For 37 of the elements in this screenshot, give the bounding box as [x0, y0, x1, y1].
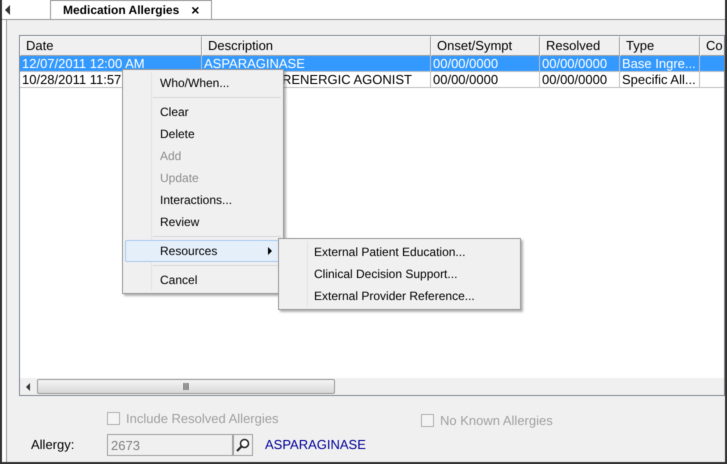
menu-item[interactable]: Review — [125, 211, 281, 233]
submenu-arrow-icon — [268, 247, 272, 255]
menu-item[interactable]: External Provider Reference... — [279, 285, 520, 307]
table-cell: 00/00/0000 — [542, 72, 608, 87]
column-header[interactable]: Resolved — [540, 36, 620, 56]
table-cell: 00/00/0000 — [433, 56, 498, 71]
column-header[interactable]: Date — [20, 36, 202, 56]
scroll-left-icon[interactable] — [26, 382, 30, 390]
table-cell: RENERGIC AGONIST — [282, 72, 412, 87]
scroll-left-icon[interactable] — [5, 5, 10, 15]
allergy-label: Allergy: — [31, 436, 76, 454]
table-cell: Specific All... — [622, 72, 696, 87]
menu-item[interactable]: Clear — [125, 101, 281, 123]
column-header[interactable]: Type — [620, 36, 700, 56]
table-cell: 12/07/2011 12:00 AM — [22, 56, 145, 71]
table-cell: 10/28/2011 11:57 — [22, 72, 122, 87]
tab[interactable]: Medication Allergies × — [50, 0, 212, 19]
menu-item[interactable]: External Patient Education... — [279, 241, 520, 263]
horizontal-scrollbar[interactable] — [20, 378, 724, 395]
column-header[interactable]: Description — [202, 36, 431, 56]
search-icon — [236, 438, 250, 452]
tab-label: Medication Allergies — [63, 2, 180, 19]
column-header[interactable]: Onset/Sympt — [431, 36, 540, 56]
allergy-name: ASPARAGINASE — [265, 436, 366, 454]
menu-item[interactable]: Clinical Decision Support... — [279, 263, 520, 285]
menu-item[interactable]: Resources — [125, 240, 281, 262]
scrollbar-thumb[interactable] — [37, 379, 335, 394]
menu-item[interactable]: Cancel — [125, 269, 281, 291]
table-cell: ASPARAGINASE — [204, 56, 305, 71]
menu-item[interactable]: Interactions... — [125, 189, 281, 211]
table-cell: 00/00/0000 — [542, 56, 608, 71]
close-icon[interactable]: × — [191, 3, 200, 17]
search-button[interactable] — [233, 434, 253, 456]
table-cell: 00/00/0000 — [433, 72, 498, 87]
grip-icon — [182, 383, 190, 390]
menu-item[interactable]: Delete — [125, 123, 281, 145]
table-cell: Base Ingre... — [622, 56, 696, 71]
